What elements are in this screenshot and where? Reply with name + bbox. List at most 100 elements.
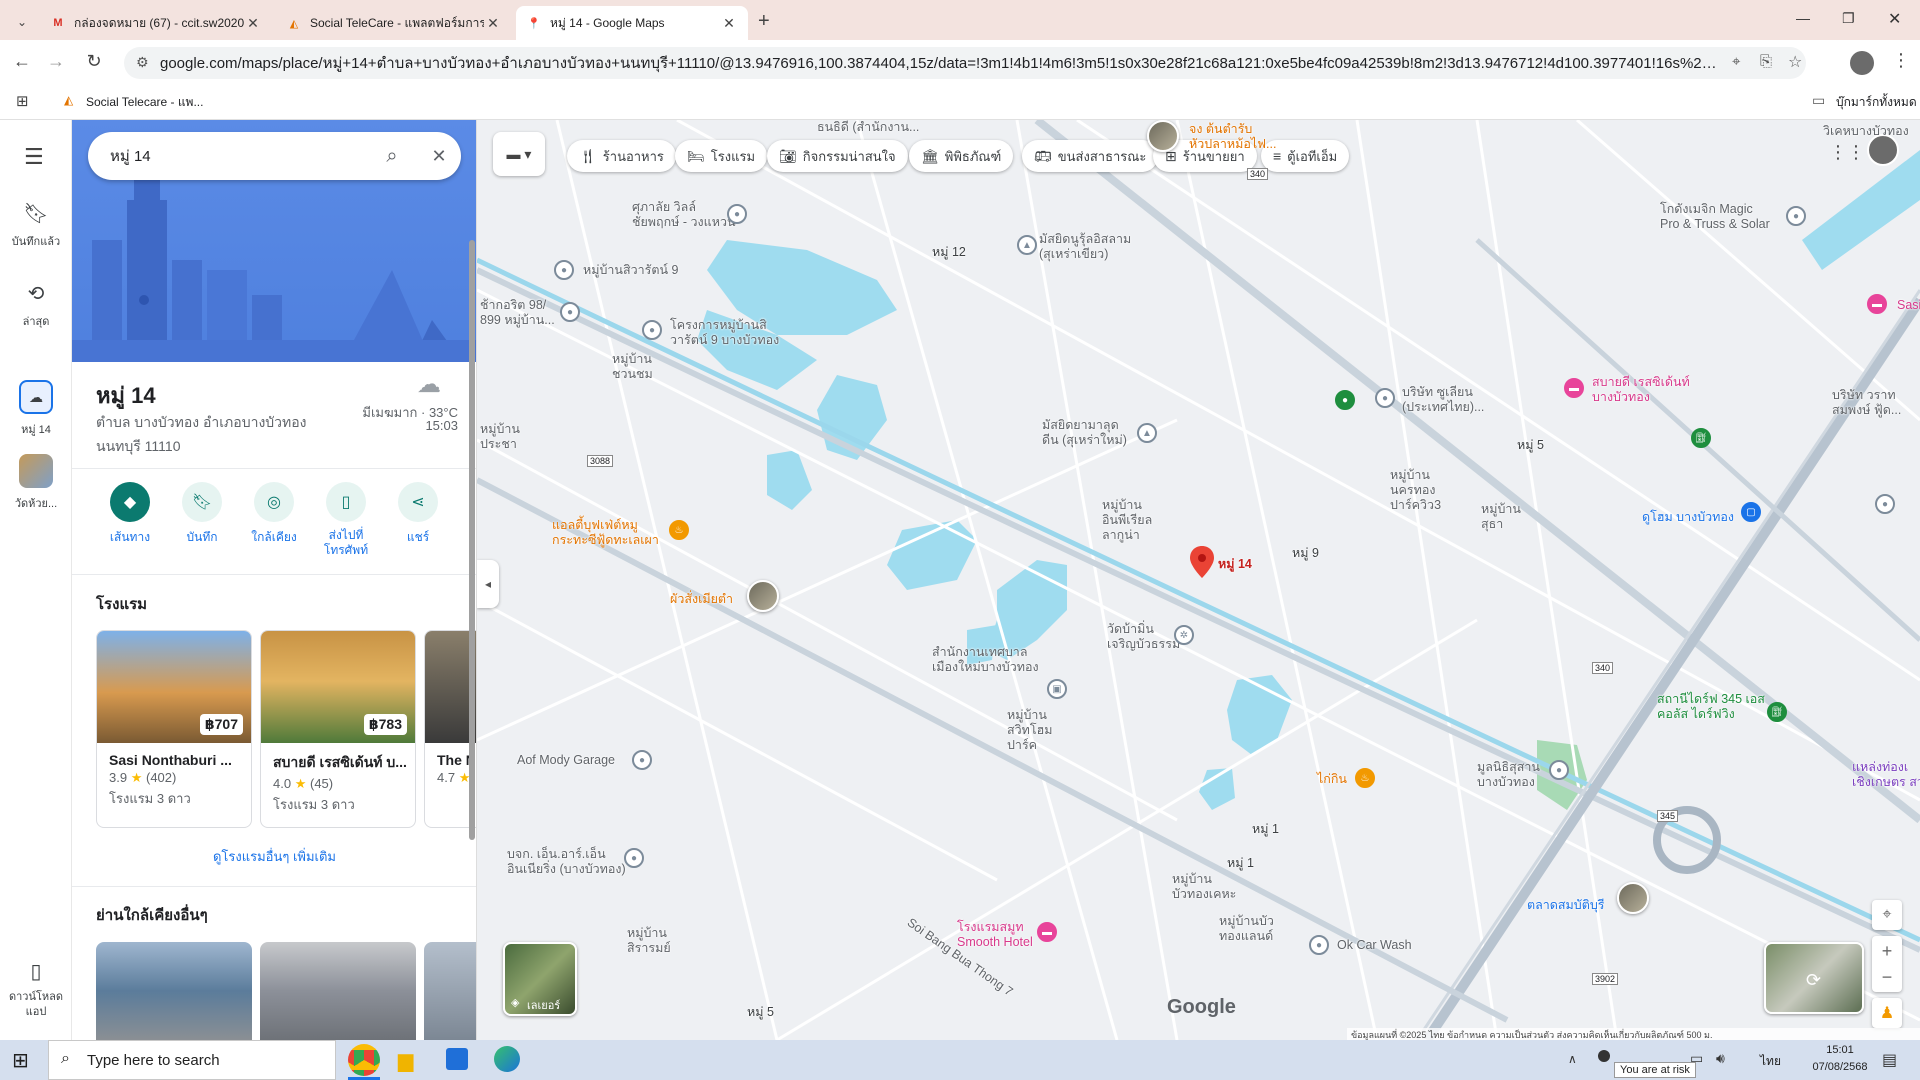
government-icon[interactable]: ▣ bbox=[1047, 679, 1067, 699]
hotel-card[interactable]: ฿783 สบายดี เรสซิเด้นท์ บ... 4.0 ★ (45) … bbox=[260, 630, 416, 828]
address-bar[interactable]: ⚙ google.com/maps/place/หมู่+14+ตำบล+บาง… bbox=[124, 47, 1806, 79]
minimize-icon[interactable]: — bbox=[1796, 10, 1810, 26]
car-wash-icon[interactable]: ● bbox=[1309, 935, 1329, 955]
store-icon[interactable] bbox=[446, 1048, 468, 1070]
windows-start-icon[interactable]: ⊞ bbox=[12, 1048, 29, 1073]
location-icon[interactable]: ⌖ bbox=[1732, 53, 1740, 70]
mosque-icon[interactable]: ▲ bbox=[1137, 423, 1157, 443]
browser-tab-telecare[interactable]: ◭ Social TeleCare - แพลตฟอร์มการ ✕ bbox=[276, 6, 512, 40]
directions-button[interactable]: ◆ เส้นทาง bbox=[94, 482, 166, 547]
rail-wat[interactable]: วัดห้วย... bbox=[0, 454, 72, 512]
chip-hotels[interactable]: 🛏︎ โรงแรม bbox=[675, 140, 768, 172]
language-indicator[interactable]: ไทย bbox=[1760, 1052, 1781, 1071]
hamburger-menu-icon[interactable]: ☰ bbox=[24, 144, 44, 170]
clock-date[interactable]: 07/08/2568 bbox=[1800, 1061, 1880, 1073]
layers-button[interactable]: ◈ เลเยอร์ bbox=[503, 942, 577, 1016]
shopping-icon[interactable]: ▢ bbox=[1741, 502, 1761, 522]
browser-tab-maps[interactable]: 📍 หมู่ 14 - Google Maps ✕ bbox=[516, 6, 748, 40]
restaurant-icon[interactable]: ♨ bbox=[1355, 768, 1375, 788]
install-app-icon[interactable]: ⎘ bbox=[1760, 53, 1772, 70]
collapse-panel-button[interactable]: ◂ bbox=[477, 560, 499, 608]
search-box[interactable]: หมู่ 14 ⌕ ✕ bbox=[88, 132, 461, 180]
map-canvas[interactable]: ▬ ▾ 🍴︎ ร้านอาหาร 🛏︎ โรงแรม 📷︎ กิจกรรมน่าสนใ… bbox=[477, 120, 1920, 1040]
rail-recent-place[interactable]: ☁ หมู่ 14 bbox=[0, 380, 72, 438]
restore-icon[interactable]: ❐ bbox=[1842, 10, 1855, 27]
clock-time[interactable]: 15:01 bbox=[1800, 1044, 1880, 1056]
edge-icon[interactable] bbox=[494, 1046, 520, 1072]
menu-dots-icon[interactable]: ⋮ bbox=[1892, 50, 1910, 71]
clear-search-icon[interactable]: ✕ bbox=[417, 146, 461, 167]
apps-grid-icon[interactable]: ⋮⋮ bbox=[1829, 142, 1865, 163]
pegman-button[interactable]: ♟ bbox=[1872, 998, 1902, 1028]
nearby-area-photo[interactable] bbox=[96, 942, 252, 1040]
tray-chevron-icon[interactable]: ∧ bbox=[1568, 1052, 1577, 1066]
browser-tab-gmail[interactable]: M กล่องจดหมาย (67) - ccit.sw2020@ ✕ bbox=[40, 6, 272, 40]
chip-museums[interactable]: 🏛︎ พิพิธภัณฑ์ bbox=[909, 140, 1014, 172]
search-input[interactable]: หมู่ 14 bbox=[110, 144, 367, 168]
rail-recent[interactable]: ⟲ ล่าสุด bbox=[0, 282, 72, 330]
place-photo-marker[interactable] bbox=[1147, 120, 1179, 152]
send-to-phone-button[interactable]: ▯ ส่งไปที่โทรศัพท์ bbox=[310, 482, 382, 558]
close-tab-icon[interactable]: ✕ bbox=[484, 15, 502, 32]
landmark-pin-icon[interactable]: ● bbox=[727, 204, 747, 224]
place-photo-marker[interactable] bbox=[1617, 882, 1649, 914]
street-view-thumbnail[interactable]: ⟳ bbox=[1764, 942, 1864, 1014]
save-button[interactable]: 🔖︎ บันทึก bbox=[166, 482, 238, 547]
file-explorer-icon[interactable]: ▆ bbox=[398, 1048, 413, 1073]
site-info-icon[interactable]: ⚙ bbox=[136, 54, 149, 71]
temple-icon[interactable]: ✲ bbox=[1174, 625, 1194, 645]
notification-icon[interactable]: ▤ bbox=[1882, 1050, 1897, 1070]
landmark-pin-icon[interactable]: ● bbox=[560, 302, 580, 322]
more-hotels-link[interactable]: ดูโรงแรมอื่นๆ เพิ่มเติม bbox=[72, 846, 476, 867]
nearby-button[interactable]: ◎ ใกล้เคียง bbox=[238, 482, 310, 547]
restaurant-icon[interactable]: ♨ bbox=[669, 520, 689, 540]
taskbar-search-box[interactable]: ⌕ Type here to search bbox=[48, 1040, 336, 1080]
nearby-area-photo[interactable] bbox=[424, 942, 476, 1040]
network-icon[interactable]: ▭ bbox=[1690, 1050, 1703, 1067]
new-tab-icon[interactable]: + bbox=[758, 10, 770, 33]
rail-download-app[interactable]: ▯ ดาวน์โหลดแอป bbox=[0, 960, 72, 1020]
place-photo-marker[interactable] bbox=[747, 580, 779, 612]
landmark-pin-icon[interactable]: ● bbox=[624, 848, 644, 868]
all-bookmarks[interactable]: บุ๊กมาร์กทั้งหมด bbox=[1836, 93, 1917, 112]
store-icon[interactable]: ● bbox=[1786, 206, 1806, 226]
back-icon[interactable]: ← bbox=[6, 45, 38, 77]
profile-avatar[interactable] bbox=[1850, 51, 1874, 75]
chip-things-to-do[interactable]: 📷︎ กิจกรรมน่าสนใจ bbox=[767, 140, 908, 172]
tab-search-icon[interactable]: ⌄ bbox=[6, 6, 38, 38]
search-icon[interactable]: ⌕ bbox=[367, 145, 417, 168]
close-window-icon[interactable]: ✕ bbox=[1888, 9, 1901, 29]
forward-icon[interactable]: → bbox=[40, 45, 72, 77]
hotel-bed-icon[interactable]: ▬ bbox=[1867, 294, 1887, 314]
input-tools-button[interactable]: ▬ ▾ bbox=[493, 132, 545, 176]
star-icon[interactable]: ☆ bbox=[1788, 52, 1802, 72]
hotel-bed-icon[interactable]: ▬ bbox=[1037, 922, 1057, 942]
security-tray-icon[interactable] bbox=[1598, 1050, 1610, 1062]
chrome-icon[interactable] bbox=[348, 1044, 380, 1076]
company-icon[interactable]: ● bbox=[1375, 388, 1395, 408]
car-repair-icon[interactable]: ● bbox=[632, 750, 652, 770]
cemetery-icon[interactable]: ● bbox=[1549, 760, 1569, 780]
chip-restaurants[interactable]: 🍴︎ ร้านอาหาร bbox=[567, 140, 676, 172]
zoom-in-icon[interactable]: + bbox=[1882, 938, 1893, 964]
landmark-pin-icon[interactable]: ● bbox=[1875, 494, 1895, 514]
landmark-pin-icon[interactable]: ● bbox=[642, 320, 662, 340]
zoom-out-icon[interactable]: − bbox=[1882, 964, 1893, 990]
landmark-pin-icon[interactable]: ● bbox=[554, 260, 574, 280]
chip-transit[interactable]: 🚌︎ ขนส่งสาธารณะ bbox=[1022, 140, 1159, 172]
business-icon[interactable]: ● bbox=[1335, 390, 1355, 410]
mosque-icon[interactable]: ▲ bbox=[1017, 235, 1037, 255]
nearby-area-photo[interactable] bbox=[260, 942, 416, 1040]
volume-icon[interactable]: 🔊︎ bbox=[1716, 1050, 1725, 1067]
bookmark-telecare[interactable]: Social Telecare - แพ... bbox=[86, 93, 203, 112]
hotel-bed-icon[interactable]: ▬ bbox=[1564, 378, 1584, 398]
reload-icon[interactable]: ↻ bbox=[78, 45, 110, 77]
panel-scrollbar[interactable] bbox=[469, 240, 475, 840]
apps-grid-icon[interactable]: ⊞ bbox=[16, 92, 29, 110]
close-tab-icon[interactable]: ✕ bbox=[720, 15, 738, 32]
my-location-button[interactable]: ⌖ bbox=[1872, 900, 1902, 930]
close-tab-icon[interactable]: ✕ bbox=[244, 15, 262, 32]
share-button[interactable]: ⋖ แชร์ bbox=[382, 482, 454, 547]
place-marker-icon[interactable] bbox=[1190, 546, 1214, 578]
rail-saved[interactable]: 🔖︎ บันทึกแล้ว bbox=[0, 202, 72, 250]
